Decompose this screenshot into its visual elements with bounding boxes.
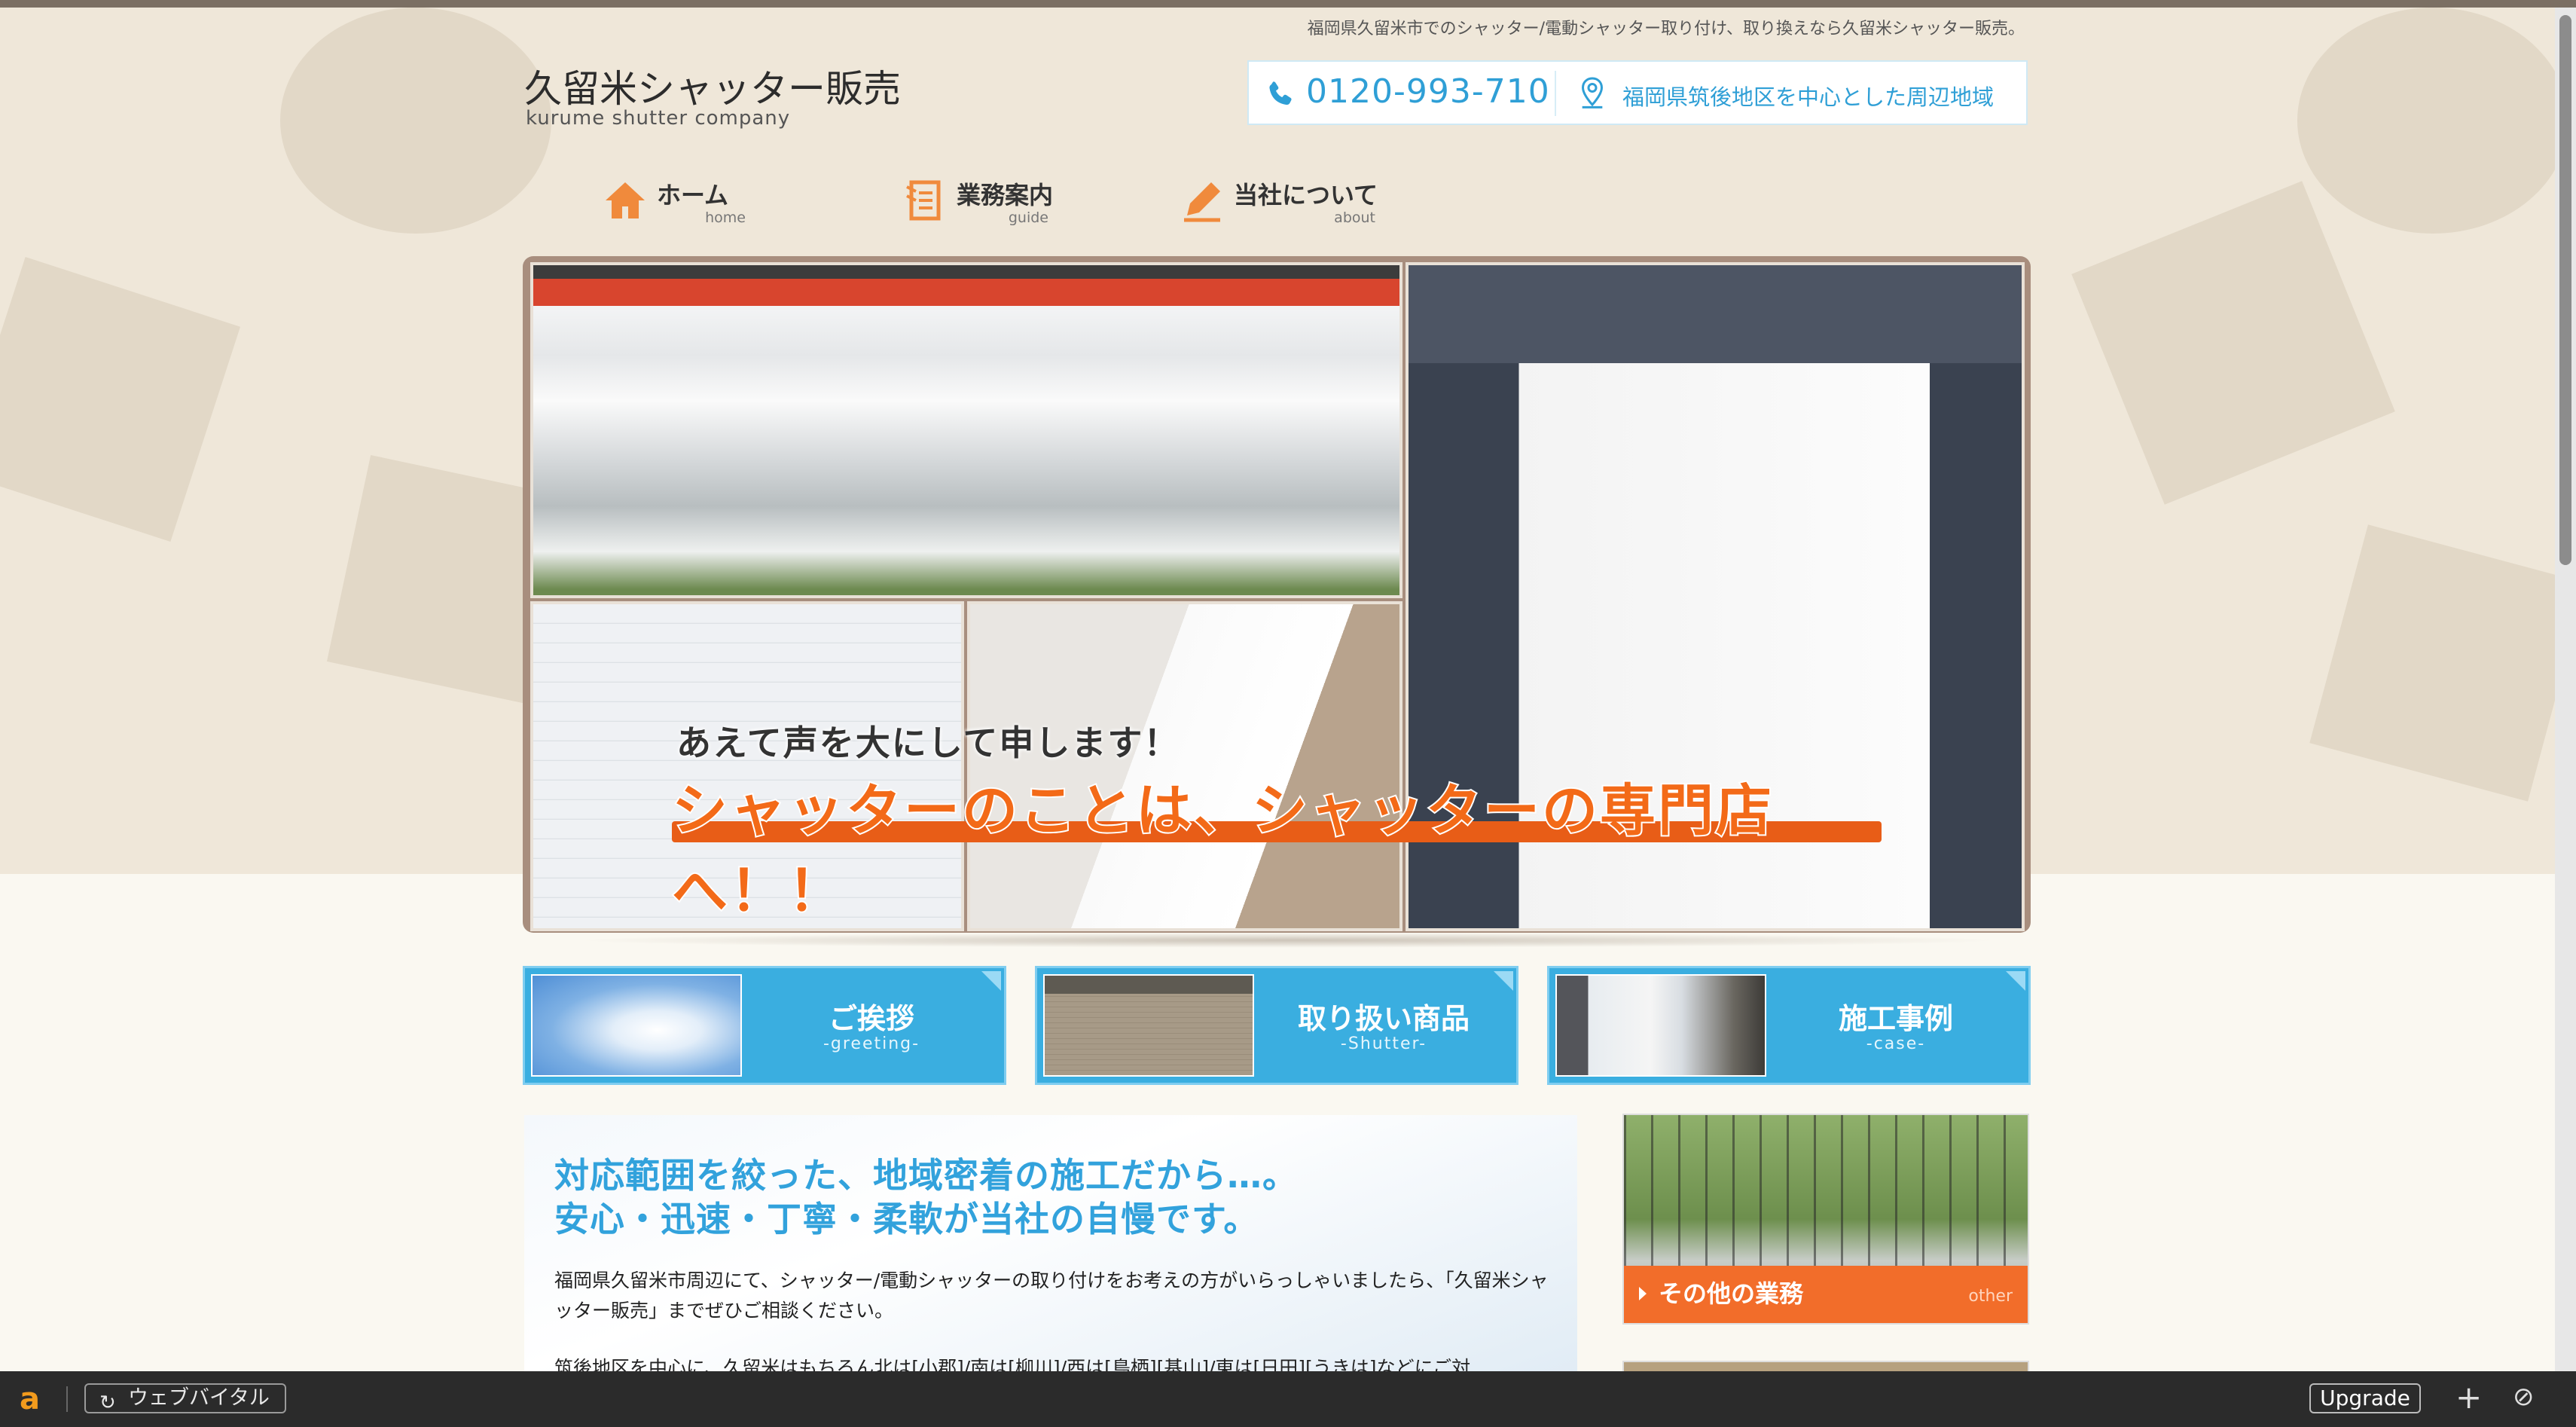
card-corner (2006, 971, 2025, 991)
top-border (0, 0, 2576, 8)
nav-sublabel: guide (1008, 209, 1048, 226)
card-subtitle: -case- (1866, 1034, 1926, 1053)
logo-japanese: 久留米シャッター販売 (524, 67, 901, 111)
hero-photo-shutter-closeup (530, 262, 1402, 598)
bg-square (2309, 524, 2576, 802)
plus-icon[interactable]: + (2455, 1379, 2482, 1416)
bg-circle-left (280, 8, 551, 234)
intro-section: 対応範囲を絞った、地域密着の施工だから…。 安心・迅速・丁寧・柔軟が当社の自慢で… (524, 1115, 1577, 1379)
nav-item-home[interactable]: ホーム home (603, 172, 746, 240)
phone-icon (1269, 81, 1292, 105)
bg-square (2071, 181, 2395, 505)
contact-divider (1555, 71, 1556, 116)
chevron-right-icon (1639, 1287, 1647, 1300)
banner-subtitle: other (1968, 1287, 2013, 1306)
block-icon[interactable]: ⊘ (2513, 1382, 2535, 1412)
hero-headline-wrap: シャッターのことは、シャッターの専門店へ！！ (670, 765, 1882, 925)
card-corner (981, 971, 1001, 991)
nav-sublabel: home (705, 209, 746, 226)
intro-heading-line2: 安心・迅速・丁寧・柔軟が当社の自慢です。 (554, 1199, 1259, 1239)
intro-heading-line1: 対応範囲を絞った、地域密着の施工だから…。 (554, 1155, 1298, 1196)
upgrade-button[interactable]: Upgrade (2309, 1383, 2421, 1413)
toolbar-divider (66, 1386, 68, 1412)
nav-item-guide[interactable]: 業務案内 guide (902, 172, 1053, 240)
nav-item-about[interactable]: 当社について about (1180, 172, 1378, 240)
logo-english: kurume shutter company (526, 107, 791, 130)
site-tagline: 福岡県久留米市でのシャッター/電動シャッター取り付け、取り換えなら久留米シャッタ… (1307, 20, 2025, 38)
bg-square (0, 256, 241, 542)
worker-thumbnail (1555, 974, 1766, 1077)
nav-sublabel: about (1334, 209, 1375, 226)
contact-box: 0120-993-710 福岡県筑後地区を中心とした周辺地域 (1247, 60, 2028, 125)
web-vitals-button[interactable]: ↻ ウェブバイタル (84, 1383, 286, 1414)
intro-paragraph: 福岡県久留米市周辺にて、シャッター/電動シャッターの取り付けをお考えの方がいらっ… (554, 1270, 1549, 1322)
card-subtitle: -Shutter- (1340, 1034, 1427, 1053)
logo-icon[interactable]: a (20, 1382, 40, 1416)
scrollbar-thumb[interactable] (2559, 15, 2571, 565)
nav-label: 当社について (1234, 181, 1378, 209)
other-services-banner[interactable]: その他の業務 other (1622, 1114, 2029, 1325)
phone-number[interactable]: 0120-993-710 (1306, 72, 1550, 111)
hero-catchphrase: あえて声を大にして申します！ (676, 723, 1180, 763)
nav-label: 業務案内 (957, 181, 1054, 209)
reload-icon: ↻ (99, 1392, 116, 1414)
hero-shadow (572, 933, 2004, 948)
service-area: 福岡県筑後地区を中心とした周辺地域 (1622, 84, 1995, 110)
banner-title: その他の業務 (1659, 1279, 1804, 1308)
web-vitals-label: ウェブバイタル (128, 1386, 270, 1410)
bg-circle-right (2297, 8, 2568, 234)
hero-headline: シャッターのことは、シャッターの専門店へ！！ (670, 777, 1774, 925)
shutter-thumbnail (1043, 974, 1254, 1077)
card-title: ご挨拶 (828, 1002, 914, 1035)
greeting-card[interactable]: ご挨拶 -greeting- (523, 966, 1006, 1085)
building-roof (1409, 265, 2022, 363)
sky-thumbnail (531, 974, 742, 1077)
card-title: 取り扱い商品 (1297, 1002, 1470, 1035)
card-corner (1494, 971, 1513, 991)
case-card[interactable]: 施工事例 -case- (1547, 966, 2031, 1085)
map-pin-icon (1581, 77, 1604, 108)
card-title: 施工事例 (1838, 1002, 1953, 1035)
nav-label: ホーム (657, 181, 729, 209)
products-card[interactable]: 取り扱い商品 -Shutter- (1035, 966, 1518, 1085)
card-subtitle: -greeting- (823, 1034, 920, 1053)
extension-toolbar: a ↻ ウェブバイタル Upgrade + ⊘ (0, 1371, 2576, 1427)
fence-photo (1624, 1115, 2028, 1266)
